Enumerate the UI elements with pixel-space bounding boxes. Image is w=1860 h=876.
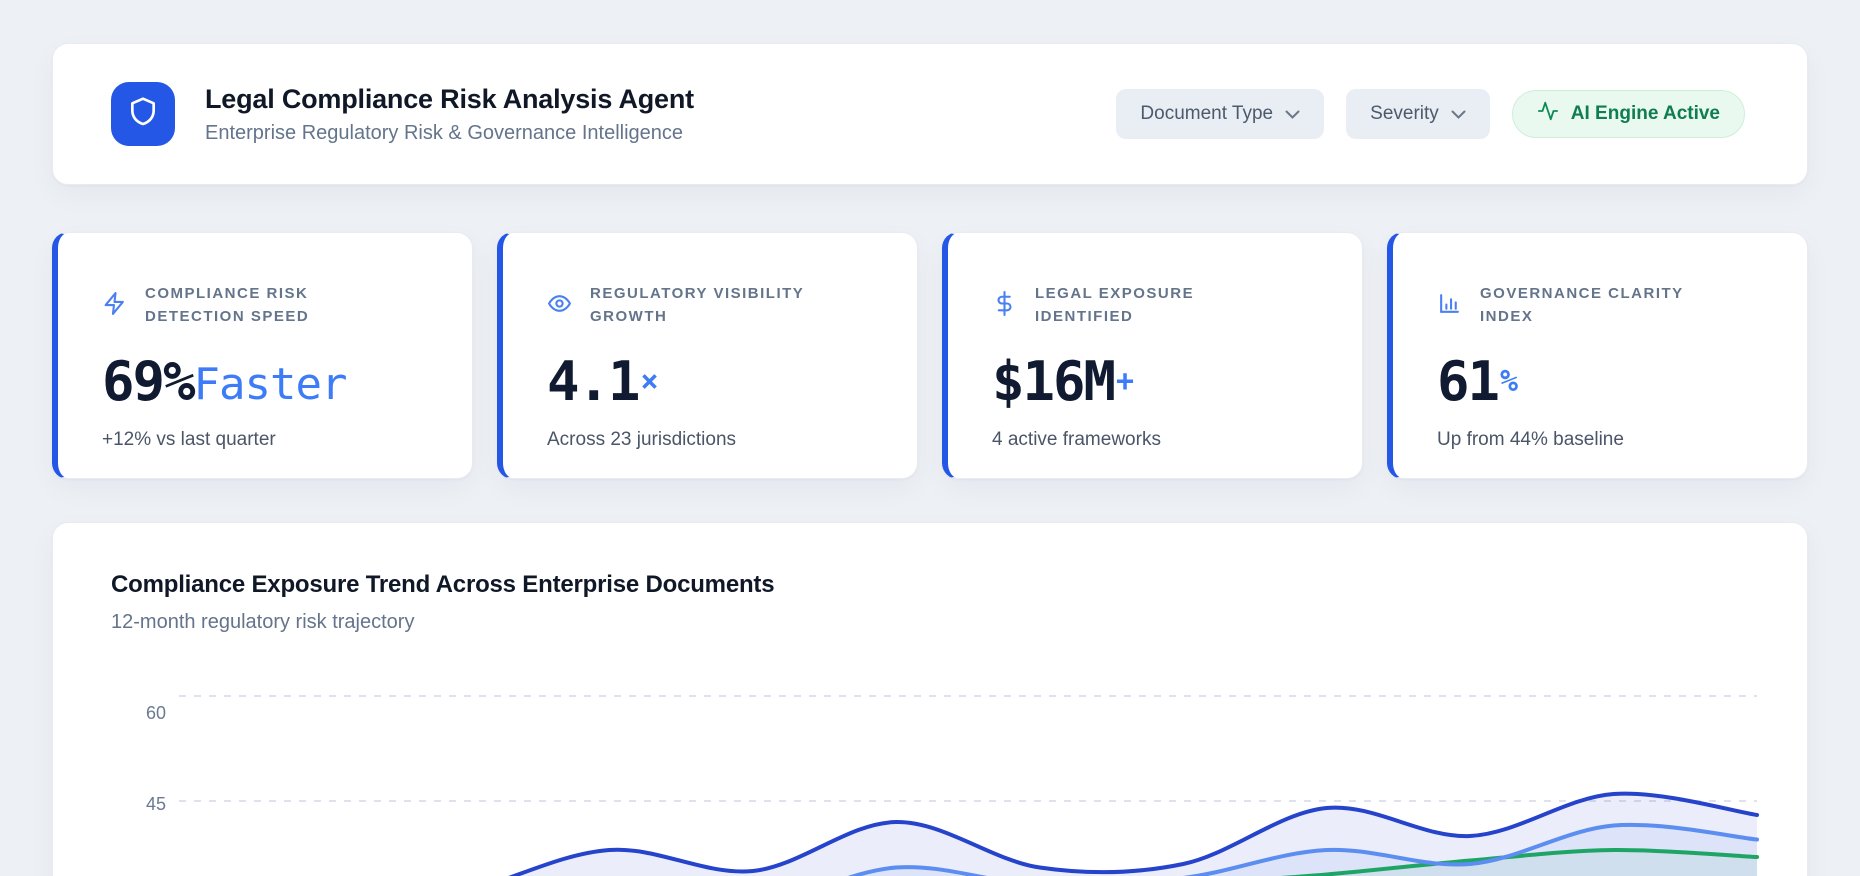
chevron-down-icon <box>1451 103 1466 125</box>
stat-suffix: × <box>640 364 659 399</box>
chevron-down-icon <box>1285 103 1300 125</box>
stat-card-detection-speed: COMPLIANCE RISK DETECTION SPEED 69%Faste… <box>52 232 473 479</box>
header-card: Legal Compliance Risk Analysis Agent Ent… <box>52 43 1808 185</box>
status-badge-label: AI Engine Active <box>1570 103 1720 124</box>
header-controls: Document Type Severity AI Engine Active <box>1116 89 1745 139</box>
document-type-dropdown[interactable]: Document Type <box>1116 89 1325 139</box>
header-text: Legal Compliance Risk Analysis Agent Ent… <box>205 84 694 145</box>
stat-subtext: 4 active frameworks <box>992 429 1161 450</box>
page-title: Legal Compliance Risk Analysis Agent <box>205 83 694 114</box>
ai-engine-status-badge: AI Engine Active <box>1511 90 1745 138</box>
stat-value: 61 <box>1437 350 1500 413</box>
eye-icon <box>547 291 572 321</box>
stat-subtext: +12% vs last quarter <box>102 429 276 450</box>
chart-title: Compliance Exposure Trend Across Enterpr… <box>111 571 775 598</box>
stat-value: $16M <box>992 350 1116 413</box>
stat-label: COMPLIANCE RISK DETECTION SPEED <box>145 285 310 325</box>
stat-value-row: 69%Faster <box>102 350 442 413</box>
zap-icon <box>102 291 127 321</box>
stat-suffix: Faster <box>193 359 348 410</box>
stat-value-row: $16M+ <box>992 350 1332 413</box>
header-identity: Legal Compliance Risk Analysis Agent Ent… <box>111 82 694 146</box>
stat-label: REGULATORY VISIBILITY GROWTH <box>590 285 805 325</box>
shield-icon <box>127 96 159 133</box>
y-tick-label: 60 <box>146 703 166 723</box>
stat-label: GOVERNANCE CLARITY INDEX <box>1480 285 1684 325</box>
stat-card-visibility-growth: REGULATORY VISIBILITY GROWTH 4.1× Across… <box>497 232 918 479</box>
stats-row: COMPLIANCE RISK DETECTION SPEED 69%Faste… <box>52 232 1808 479</box>
stat-value: 4.1 <box>547 350 641 413</box>
page-subtitle: Enterprise Regulatory Risk & Governance … <box>205 121 684 144</box>
y-tick-label: 45 <box>146 794 166 814</box>
dollar-icon <box>992 290 1017 321</box>
severity-dropdown[interactable]: Severity <box>1346 89 1490 139</box>
trend-chart-card: Compliance Exposure Trend Across Enterpr… <box>52 522 1808 876</box>
stat-value: 69% <box>102 350 196 413</box>
document-type-label: Document Type <box>1140 103 1274 124</box>
app-logo <box>111 82 175 146</box>
stat-suffix: + <box>1116 364 1135 399</box>
bar-chart-icon <box>1437 291 1462 321</box>
stat-value-row: 4.1× <box>547 350 887 413</box>
stat-suffix: % <box>1500 364 1519 399</box>
chart-heading: Compliance Exposure Trend Across Enterpr… <box>53 523 1807 634</box>
stat-card-governance-clarity: GOVERNANCE CLARITY INDEX 61% Up from 44%… <box>1387 232 1808 479</box>
stat-label: LEGAL EXPOSURE IDENTIFIED <box>1035 285 1195 325</box>
dashboard: Legal Compliance Risk Analysis Agent Ent… <box>0 0 1860 876</box>
severity-label: Severity <box>1370 103 1439 124</box>
stat-subtext: Across 23 jurisdictions <box>547 429 737 450</box>
activity-pulse-icon <box>1537 100 1559 128</box>
stat-subtext: Up from 44% baseline <box>1437 429 1624 450</box>
stat-value-row: 61% <box>1437 350 1777 413</box>
stat-card-legal-exposure: LEGAL EXPOSURE IDENTIFIED $16M+ 4 active… <box>942 232 1363 479</box>
chart-subtitle: 12-month regulatory risk trajectory <box>111 611 415 633</box>
